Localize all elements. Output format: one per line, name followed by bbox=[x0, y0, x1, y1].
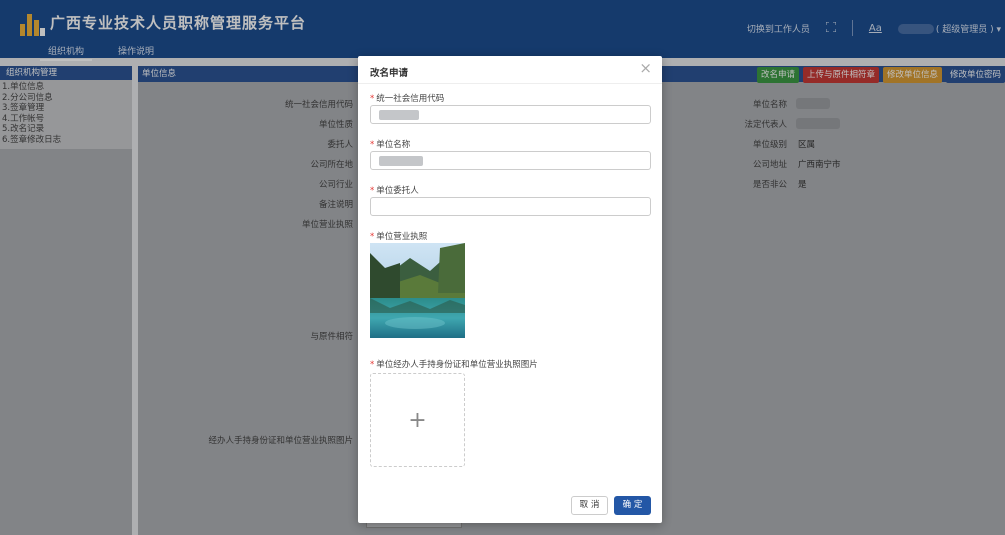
id-photo-upload[interactable]: + bbox=[370, 373, 465, 467]
unit-name-input-value bbox=[379, 156, 423, 166]
license-image[interactable] bbox=[370, 243, 465, 338]
credit-code-label: * 统一社会信用代码 bbox=[370, 94, 445, 104]
unit-name-label: * 单位名称 bbox=[370, 140, 411, 150]
delegate-label: * 单位委托人 bbox=[370, 186, 419, 196]
close-icon[interactable]: × bbox=[639, 61, 652, 76]
license-label: * 单位营业执照 bbox=[370, 232, 428, 242]
dialog-divider bbox=[358, 83, 662, 84]
cancel-button[interactable]: 取 消 bbox=[571, 496, 608, 515]
credit-code-value bbox=[379, 110, 419, 120]
plus-icon: + bbox=[408, 408, 427, 433]
credit-code-input[interactable] bbox=[370, 105, 651, 124]
confirm-button[interactable]: 确 定 bbox=[614, 496, 651, 515]
unit-name-input[interactable] bbox=[370, 151, 651, 170]
id-photo-label: * 单位经办人手持身份证和单位营业执照图片 bbox=[370, 360, 538, 370]
dialog-title: 改名申请 bbox=[370, 68, 409, 79]
rename-dialog: 改名申请 × * 统一社会信用代码 * 单位名称 * 单位委托人 * 单位营业执照 bbox=[358, 56, 662, 523]
delegate-input[interactable] bbox=[370, 197, 651, 216]
